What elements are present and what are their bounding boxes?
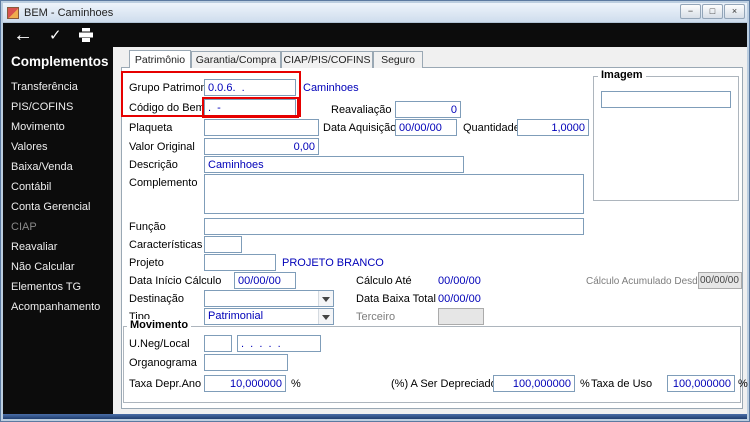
window-title: BEM - Caminhoes: [24, 6, 114, 19]
imagem-group-title: Imagem: [598, 69, 646, 81]
sidebar-item-contabil[interactable]: Contábil: [11, 181, 109, 193]
sidebar-item-acompanhamento[interactable]: Acompanhamento: [11, 301, 109, 313]
plaqueta-label: Plaqueta: [129, 122, 173, 134]
a-ser-depreciado-input[interactable]: [493, 375, 575, 392]
tab-ciap-pis-cofins[interactable]: CIAP/PIS/COFINS: [281, 51, 373, 68]
taxa-depr-ano-suffix: %: [291, 378, 301, 390]
descricao-input[interactable]: [204, 156, 464, 173]
calculo-acumulado-desde-label: Cálculo Acumulado Desde: [586, 276, 704, 287]
valor-original-label: Valor Original: [129, 141, 195, 153]
maximize-button[interactable]: □: [702, 4, 723, 19]
taxa-depr-ano-input[interactable]: [204, 375, 286, 392]
uneg-input[interactable]: [204, 335, 232, 352]
a-ser-depreciado-label: (%) A Ser Depreciado: [391, 378, 497, 390]
sidebar-item-pis-cofins[interactable]: PIS/COFINS: [11, 101, 109, 113]
taxa-de-uso-label: Taxa de Uso: [591, 378, 653, 390]
sidebar-item-conta-gerencial[interactable]: Conta Gerencial: [11, 201, 109, 213]
main-toolbar: ← ✓: [3, 23, 747, 47]
quantidade-label: Quantidade: [463, 122, 520, 134]
uneg-local-label: U.Neg/Local: [129, 338, 190, 350]
chevron-down-icon: [318, 309, 333, 324]
calculo-ate-value: 00/00/00: [438, 275, 481, 287]
grupo-patrimonial-description: Caminhoes: [303, 82, 359, 94]
sidebar-item-movimento[interactable]: Movimento: [11, 121, 109, 133]
caracteristicas-input[interactable]: [204, 236, 242, 253]
sidebar-item-reavaliar[interactable]: Reavaliar: [11, 241, 109, 253]
complemento-label: Complemento: [129, 177, 198, 189]
close-button[interactable]: ×: [724, 4, 745, 19]
destinacao-label: Destinação: [129, 293, 185, 305]
data-aquisicao-input[interactable]: [395, 119, 457, 136]
imagem-input[interactable]: [601, 91, 731, 108]
window-bottom-border: [3, 414, 747, 419]
caracteristicas-label: Características: [129, 239, 203, 251]
app-icon: [7, 6, 19, 19]
quantidade-input[interactable]: [517, 119, 589, 136]
movimento-group-title: Movimento: [127, 319, 192, 331]
sidebar: Complementos Transferência PIS/COFINS Mo…: [3, 47, 113, 414]
destinacao-select[interactable]: [204, 290, 334, 307]
confirm-button[interactable]: ✓: [49, 26, 62, 44]
minimize-button[interactable]: −: [680, 4, 701, 19]
projeto-label: Projeto: [129, 257, 164, 269]
plaqueta-input[interactable]: [204, 119, 319, 136]
grupo-patrimonial-input[interactable]: [204, 79, 296, 96]
back-arrow-icon: ←: [13, 24, 33, 46]
destinacao-selected-value: [205, 291, 318, 306]
reavaliacao-input[interactable]: [395, 101, 461, 118]
tab-patrimonio[interactable]: Patrimônio: [129, 50, 191, 68]
funcao-label: Função: [129, 221, 166, 233]
app-window: BEM - Caminhoes − □ × ← ✓ Complementos T…: [0, 0, 750, 422]
taxa-de-uso-input[interactable]: [667, 375, 735, 392]
sidebar-item-transferencia[interactable]: Transferência: [11, 81, 109, 93]
sidebar-item-ciap: CIAP: [11, 221, 37, 233]
organograma-input[interactable]: [204, 354, 288, 371]
terceiro-label: Terceiro: [356, 311, 396, 323]
back-button[interactable]: ←: [13, 24, 33, 46]
check-icon: ✓: [49, 27, 62, 44]
calculo-ate-label: Cálculo Até: [356, 275, 412, 287]
a-ser-depreciado-suffix: %: [580, 378, 590, 390]
taxa-de-uso-suffix: %: [738, 378, 748, 390]
tab-seguro[interactable]: Seguro: [373, 51, 423, 68]
tipo-select[interactable]: Patrimonial: [204, 308, 334, 325]
sidebar-item-elementos-tg[interactable]: Elementos TG: [11, 281, 109, 293]
codigo-bem-input[interactable]: [204, 99, 296, 116]
descricao-label: Descrição: [129, 159, 178, 171]
tipo-selected-value: Patrimonial: [208, 310, 264, 322]
terceiro-input: [438, 308, 484, 325]
sidebar-item-baixa-venda[interactable]: Baixa/Venda: [11, 161, 109, 173]
chevron-down-icon: [318, 291, 333, 306]
printer-icon: [78, 28, 93, 42]
taxa-depr-ano-label: Taxa Depr.Ano: [129, 378, 202, 390]
title-bar: BEM - Caminhoes − □ ×: [3, 3, 747, 23]
data-aquisicao-label: Data Aquisição: [323, 122, 397, 134]
sidebar-item-valores[interactable]: Valores: [11, 141, 109, 153]
reavaliacao-label: Reavaliação: [331, 104, 392, 116]
complemento-textarea[interactable]: [204, 174, 584, 214]
print-button[interactable]: [78, 28, 94, 42]
sidebar-item-nao-calcular[interactable]: Não Calcular: [11, 261, 109, 273]
calculo-acumulado-desde-input: [698, 272, 742, 289]
window-controls: − □ ×: [679, 4, 745, 19]
data-baixa-total-value: 00/00/00: [438, 293, 481, 305]
organograma-label: Organograma: [129, 357, 197, 369]
projeto-input[interactable]: [204, 254, 276, 271]
funcao-input[interactable]: [204, 218, 584, 235]
data-inicio-calculo-label: Data Início Cálculo: [129, 275, 222, 287]
tab-garantia-compra[interactable]: Garantia/Compra: [191, 51, 281, 68]
data-inicio-calculo-input[interactable]: [234, 272, 296, 289]
projeto-description: PROJETO BRANCO: [282, 257, 384, 269]
local-input[interactable]: [237, 335, 321, 352]
valor-original-input[interactable]: [204, 138, 319, 155]
data-baixa-total-label: Data Baixa Total: [356, 293, 436, 305]
codigo-bem-label: Código do Bem: [129, 102, 205, 114]
sidebar-title: Complementos: [11, 54, 109, 69]
